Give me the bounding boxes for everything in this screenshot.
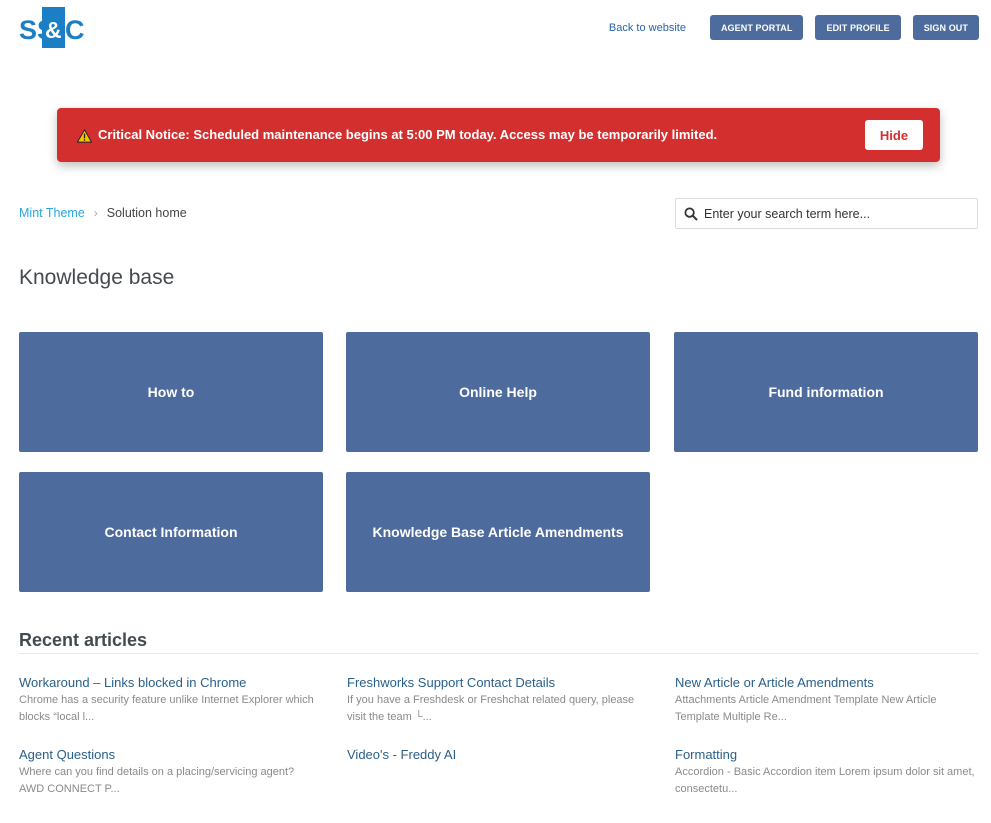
agent-portal-button[interactable]: AGENT PORTAL xyxy=(709,15,804,40)
category-online-help[interactable]: Online Help xyxy=(346,332,650,452)
article-title-link[interactable]: Video's - Freddy AI xyxy=(347,747,647,762)
article-snippet: If you have a Freshdesk or Freshchat rel… xyxy=(347,694,635,723)
notice-text: Critical Notice: Scheduled maintenance b… xyxy=(98,127,717,142)
breadcrumb-solution-home: Solution home xyxy=(106,206,187,220)
article-item: New Article or Article Amendments Attach… xyxy=(675,675,975,726)
warning-icon xyxy=(77,129,92,143)
article-snippet: Accordion - Basic Accordion item Lorem i… xyxy=(675,766,975,795)
svg-text:&: & xyxy=(45,17,62,43)
article-item: Video's - Freddy AI xyxy=(347,747,647,764)
article-snippet: Chrome has a security feature unlike Int… xyxy=(19,694,314,723)
article-title-link[interactable]: Workaround – Links blocked in Chrome xyxy=(19,675,319,690)
search-icon xyxy=(684,207,698,221)
article-title-link[interactable]: Freshworks Support Contact Details xyxy=(347,675,647,690)
article-item: Workaround – Links blocked in Chrome Chr… xyxy=(19,675,319,726)
category-kb-article-amendments[interactable]: Knowledge Base Article Amendments xyxy=(346,472,650,592)
article-title-link[interactable]: Formatting xyxy=(675,747,975,762)
breadcrumb: Mint Theme › Solution home xyxy=(19,206,187,220)
hide-notice-button[interactable]: Hide xyxy=(865,120,923,150)
ssc-logo[interactable]: SS & C xyxy=(18,6,90,48)
article-title-link[interactable]: New Article or Article Amendments xyxy=(675,675,975,690)
article-snippet: Where can you find details on a placing/… xyxy=(19,766,295,795)
article-snippet: Attachments Article Amendment Template N… xyxy=(675,694,937,723)
breadcrumb-separator: › xyxy=(93,206,98,220)
article-item: Freshworks Support Contact Details If yo… xyxy=(347,675,647,726)
edit-profile-button[interactable]: EDIT PROFILE xyxy=(815,15,901,40)
recent-articles-heading: Recent articles xyxy=(19,630,148,650)
category-contact-information[interactable]: Contact Information xyxy=(19,472,323,592)
article-item: Agent Questions Where can you find detai… xyxy=(19,747,319,798)
search-input[interactable] xyxy=(704,199,974,228)
category-fund-information[interactable]: Fund information xyxy=(674,332,978,452)
search-box xyxy=(675,198,978,229)
top-nav: Back to website AGENT PORTAL EDIT PROFIL… xyxy=(609,15,979,40)
breadcrumb-mint-theme[interactable]: Mint Theme xyxy=(19,206,85,220)
divider xyxy=(19,653,979,654)
category-how-to[interactable]: How to xyxy=(19,332,323,452)
article-title-link[interactable]: Agent Questions xyxy=(19,747,319,762)
notice-message: Scheduled maintenance begins at 5:00 PM … xyxy=(193,127,718,142)
critical-notice-banner: Critical Notice: Scheduled maintenance b… xyxy=(57,108,940,162)
page-title: Knowledge base xyxy=(19,266,175,289)
header: SS & C Back to website AGENT PORTAL EDIT… xyxy=(0,0,991,60)
sign-out-button[interactable]: SIGN OUT xyxy=(912,15,979,40)
svg-text:C: C xyxy=(65,15,85,45)
article-item: Formatting Accordion - Basic Accordion i… xyxy=(675,747,975,798)
back-to-website-link[interactable]: Back to website xyxy=(609,22,686,34)
notice-label: Critical Notice: xyxy=(98,127,190,142)
